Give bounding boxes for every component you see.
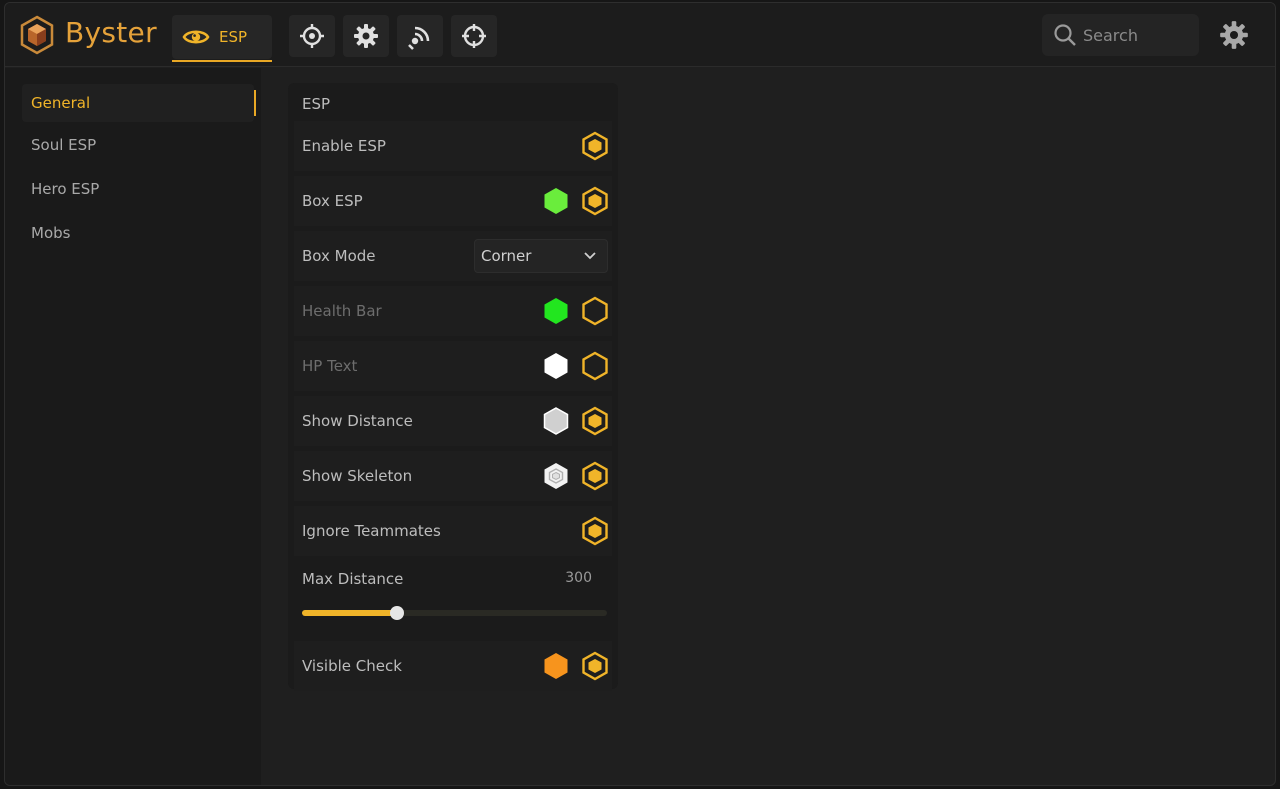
setting-label: Box Mode: [302, 247, 376, 265]
toggle-on-icon[interactable]: [581, 406, 609, 436]
setting-label: Ignore Teammates: [302, 522, 441, 540]
setting-row-show-skeleton: Show Skeleton: [294, 451, 612, 501]
top-bar: Byster ESP: [5, 3, 1275, 67]
setting-label: HP Text: [302, 357, 358, 375]
tab-radar[interactable]: [397, 15, 443, 57]
setting-row-ignore-teammates: Ignore Teammates: [294, 506, 612, 556]
toggle-off-icon[interactable]: [581, 351, 609, 381]
slider-fill: [302, 610, 397, 616]
tab-target[interactable]: [451, 15, 497, 57]
setting-row-enable-esp: Enable ESP: [294, 121, 612, 171]
app-window: Byster ESP Search General Soul ESP Hero …: [4, 2, 1276, 786]
slider-thumb[interactable]: [390, 606, 404, 620]
color-swatch-icon[interactable]: [542, 651, 570, 681]
search-icon: [1054, 24, 1076, 46]
setting-label: Enable ESP: [302, 137, 386, 155]
toggle-on-icon[interactable]: [581, 131, 609, 161]
tab-esp-label: ESP: [219, 28, 248, 46]
active-tab-indicator: [172, 60, 272, 62]
settings-gear-icon[interactable]: [1219, 20, 1249, 50]
toggle-on-icon[interactable]: [581, 186, 609, 216]
setting-row-box-esp: Box ESP: [294, 176, 612, 226]
tab-aim[interactable]: [289, 15, 335, 57]
signal-icon: [408, 26, 430, 50]
crosshair-dot-icon: [300, 24, 324, 48]
setting-label: Show Skeleton: [302, 467, 413, 485]
color-swatch-icon[interactable]: [542, 461, 570, 491]
setting-row-show-distance: Show Distance: [294, 396, 612, 446]
gear-icon: [354, 24, 378, 48]
toggle-on-icon[interactable]: [581, 651, 609, 681]
search-input[interactable]: [1083, 25, 1193, 45]
brand-name: Byster: [65, 16, 157, 49]
slider-value: 300: [565, 570, 592, 586]
sidebar-item-hero-esp[interactable]: Hero ESP: [22, 170, 254, 208]
tab-misc[interactable]: [343, 15, 389, 57]
setting-row-box-mode: Box Mode Corner: [294, 231, 612, 281]
setting-row-health-bar: Health Bar: [294, 286, 612, 336]
box-mode-dropdown[interactable]: Corner: [474, 239, 608, 273]
sidebar-item-label: Hero ESP: [31, 180, 100, 198]
sidebar-item-label: General: [31, 94, 91, 112]
setting-label: Show Distance: [302, 412, 413, 430]
color-swatch-icon[interactable]: [542, 296, 570, 326]
setting-row-max-distance: Max Distance 300: [294, 557, 612, 635]
setting-row-hp-text: HP Text: [294, 341, 612, 391]
section-title: ESP: [302, 95, 331, 113]
byster-logo-icon: [20, 15, 54, 55]
toggle-on-icon[interactable]: [581, 516, 609, 546]
sidebar-item-mobs[interactable]: Mobs: [22, 214, 254, 252]
color-swatch-icon[interactable]: [542, 406, 570, 436]
setting-label: Visible Check: [302, 657, 402, 675]
eye-icon: [182, 30, 210, 44]
setting-label: Max Distance: [302, 570, 404, 588]
sidebar-item-soul-esp[interactable]: Soul ESP: [22, 126, 254, 164]
sidebar: General Soul ESP Hero ESP Mobs: [5, 68, 261, 785]
search-box[interactable]: [1042, 14, 1199, 56]
tab-esp[interactable]: ESP: [172, 15, 272, 62]
target-icon: [462, 24, 486, 48]
setting-row-visible-check: Visible Check: [294, 641, 612, 691]
toggle-on-icon[interactable]: [581, 461, 609, 491]
chevron-down-icon: [584, 252, 596, 260]
sidebar-item-label: Mobs: [31, 224, 71, 242]
esp-settings-panel: ESP Enable ESP Box ESP Box Mode Corner H…: [288, 83, 618, 691]
setting-label: Box ESP: [302, 192, 363, 210]
sidebar-item-label: Soul ESP: [31, 136, 97, 154]
color-swatch-icon[interactable]: [542, 186, 570, 216]
max-distance-slider[interactable]: [302, 606, 607, 620]
dropdown-value: Corner: [481, 247, 532, 265]
color-swatch-icon[interactable]: [542, 351, 570, 381]
sidebar-item-general[interactable]: General: [22, 84, 256, 122]
toggle-off-icon[interactable]: [581, 296, 609, 326]
setting-label: Health Bar: [302, 302, 382, 320]
